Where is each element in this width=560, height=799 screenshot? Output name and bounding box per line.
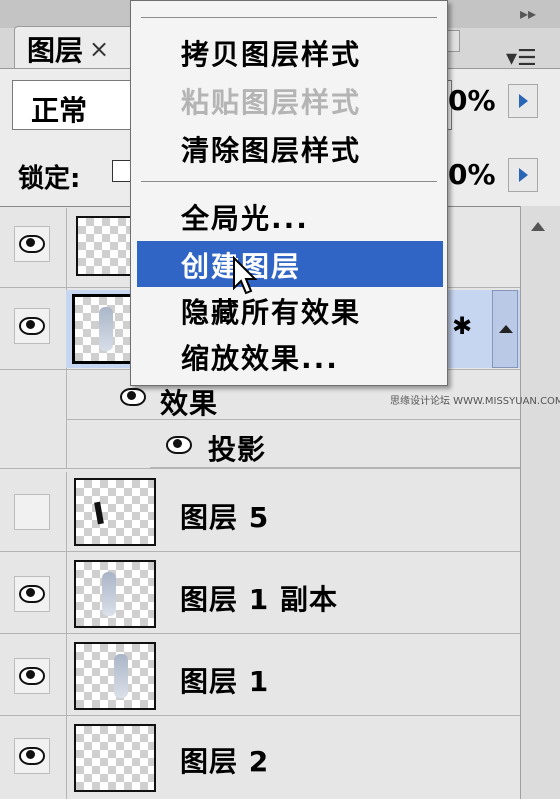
menu-item-global-light[interactable]: 全局光...	[181, 197, 309, 237]
eye-icon	[19, 235, 45, 253]
tab-layers-label: 图层	[27, 33, 84, 67]
layer-thumbnail	[74, 478, 156, 546]
visibility-toggle[interactable]	[14, 226, 50, 262]
layer-name[interactable]: 图层 2	[180, 740, 269, 780]
menu-item-paste-layer-style[interactable]: 粘贴图层样式	[181, 81, 361, 121]
tab-layers[interactable]: 图层 ×	[14, 26, 134, 70]
collapse-triangle-icon	[499, 325, 513, 333]
arrow-right-icon	[518, 168, 528, 182]
mouse-cursor-icon	[233, 256, 258, 295]
context-menu: 拷贝图层样式 粘贴图层样式 清除图层样式 全局光... 创建图层 隐藏所有效果 …	[130, 0, 448, 386]
eye-icon	[19, 585, 45, 603]
scrollbar[interactable]	[520, 206, 560, 799]
menu-separator	[141, 181, 437, 182]
opacity-arrow-button[interactable]	[508, 84, 538, 118]
layer-thumbnail	[74, 642, 156, 710]
effects-expand-toggle[interactable]	[492, 290, 518, 368]
layer-thumbnail	[74, 724, 156, 792]
tab-adjacent[interactable]	[446, 30, 460, 52]
effects-label: 效果	[160, 387, 219, 420]
tab-close-icon[interactable]: ×	[89, 35, 109, 63]
divider	[0, 468, 520, 469]
layer-name[interactable]: 图层 5	[180, 496, 269, 536]
eye-icon	[120, 388, 146, 406]
fill-arrow-button[interactable]	[508, 158, 538, 192]
fx-icon[interactable]: ✱	[452, 312, 472, 340]
visibility-toggle[interactable]	[14, 658, 50, 694]
visibility-toggle-off[interactable]	[14, 494, 50, 530]
drop-shadow-visibility[interactable]	[166, 436, 192, 454]
drop-shadow-label: 投影	[208, 433, 267, 466]
layer-thumbnail	[76, 216, 136, 276]
opacity-value[interactable]: 0%	[448, 84, 496, 117]
drop-shadow-row[interactable]	[150, 420, 520, 468]
fill-value[interactable]: 0%	[448, 158, 496, 191]
menu-item-hide-all-effects[interactable]: 隐藏所有效果	[181, 291, 361, 331]
layer-name[interactable]: 图层 1	[180, 660, 269, 700]
layer-thumbnail	[74, 560, 156, 628]
eye-icon	[19, 667, 45, 685]
eye-icon	[19, 747, 45, 765]
menu-item-copy-layer-style[interactable]: 拷贝图层样式	[181, 33, 361, 73]
blend-mode-value: 正常	[31, 94, 88, 127]
eye-icon	[19, 317, 45, 335]
effects-visibility[interactable]	[120, 388, 146, 406]
layer-name[interactable]: 图层 1 副本	[180, 578, 338, 618]
watermark-text: 思缘设计论坛 WWW.MISSYUAN.COM	[390, 396, 560, 407]
menu-separator	[141, 17, 437, 18]
menu-item-scale-effects[interactable]: 缩放效果...	[181, 337, 339, 377]
menu-item-create-layer[interactable]: 创建图层	[137, 241, 443, 287]
eye-icon	[166, 436, 192, 454]
scroll-up-icon[interactable]	[531, 222, 545, 231]
visibility-toggle[interactable]	[14, 738, 50, 774]
panel-collapse-icon[interactable]: ▸▸	[520, 4, 536, 23]
visibility-toggle[interactable]	[14, 308, 50, 344]
lock-label: 锁定:	[18, 164, 81, 194]
visibility-toggle[interactable]	[14, 576, 50, 612]
arrow-right-icon	[518, 94, 528, 108]
menu-item-clear-layer-style[interactable]: 清除图层样式	[181, 129, 361, 169]
